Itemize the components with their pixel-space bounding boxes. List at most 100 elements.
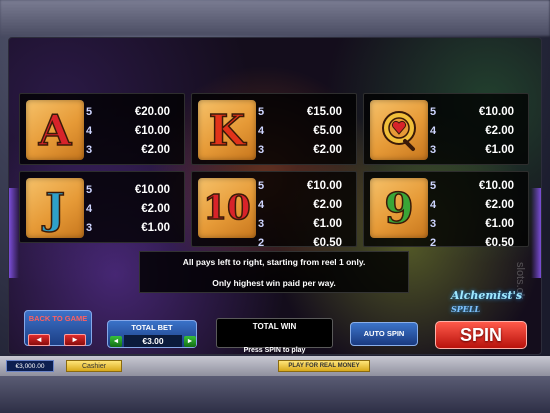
bet-increase-button[interactable]: ►	[184, 336, 196, 347]
spin-button[interactable]: SPIN	[435, 321, 527, 349]
symbol-tile-j: J	[26, 178, 84, 238]
bet-decrease-button[interactable]: ◄	[110, 336, 122, 347]
pay-count: 4	[258, 198, 265, 211]
pay-row: 5 €10.00	[430, 176, 526, 195]
paytable-panel-j: J 5 €10.00 4 €2.00 3 €1.00	[19, 171, 185, 243]
pay-count: 2	[258, 236, 265, 249]
play-for-real-money-button[interactable]: PLAY FOR REAL MONEY	[278, 360, 370, 372]
total-bet-value: €3.00	[124, 335, 182, 347]
pay-row: 3 €1.00	[258, 214, 354, 233]
pay-value: €2.00	[141, 202, 170, 215]
pay-value: €1.00	[313, 217, 342, 230]
pay-value: €10.00	[134, 183, 170, 196]
pay-value: €1.00	[485, 217, 514, 230]
pay-value: €2.00	[141, 143, 170, 156]
total-bet-control: TOTAL BET ◄ €3.00 ►	[107, 320, 197, 348]
pay-value: €10.00	[478, 105, 514, 118]
pay-count: 2	[430, 236, 437, 249]
pay-count: 5	[258, 105, 265, 118]
pay-count: 4	[430, 124, 437, 137]
top-strip	[0, 0, 550, 36]
pay-row: 3 €2.00	[258, 140, 354, 159]
pay-row: 3 €1.00	[430, 140, 526, 159]
pay-count: 4	[86, 124, 93, 137]
letter-a-icon: A	[38, 105, 72, 156]
logo-em: SPELL	[451, 304, 481, 314]
symbol-tile-a: A	[26, 100, 84, 160]
pay-row: 3 €2.00	[86, 140, 182, 159]
pay-count: 4	[86, 202, 93, 215]
pay-value: €0.50	[313, 236, 342, 249]
letter-q-heart-icon	[370, 100, 428, 160]
pay-value: €2.00	[485, 124, 514, 137]
pay-row: 5 €20.00	[86, 102, 182, 121]
pay-count: 3	[86, 221, 93, 234]
pay-count: 3	[258, 217, 265, 230]
game-logo: Alchemist's SPELL	[451, 289, 537, 317]
pay-value: €20.00	[134, 105, 170, 118]
pay-row: 5 €10.00	[86, 180, 182, 199]
paytable-panel-q: 5 €10.00 4 €2.00 3 €1.00	[363, 93, 529, 165]
pay-value: €1.00	[141, 221, 170, 234]
pay-count: 5	[86, 183, 93, 196]
pay-count: 4	[258, 124, 265, 137]
total-win-label: TOTAL WIN	[252, 322, 297, 331]
next-page-button[interactable]: ►	[64, 334, 86, 346]
pay-value: €0.50	[485, 236, 514, 249]
symbol-tile-q	[370, 100, 428, 160]
pay-row: 4 €2.00	[430, 121, 526, 140]
paytable-panel-k: K 5 €15.00 4 €5.00 3 €2.00	[191, 93, 357, 165]
pay-value: €10.00	[134, 124, 170, 137]
pay-row: 5 €10.00	[258, 176, 354, 195]
pay-row: 4 €10.00	[86, 121, 182, 140]
pay-row: 2 €0.50	[258, 233, 354, 252]
paytable-panel-10: 10 5 €10.00 4 €2.00 3 €1.00 2 €0.50	[191, 171, 357, 249]
pay-count: 5	[430, 105, 437, 118]
pay-count: 3	[430, 143, 437, 156]
paytable-panel-a: A 5 €20.00 4 €10.00 3 €2.00	[19, 93, 185, 165]
pay-row: 5 €10.00	[430, 102, 526, 121]
total-win-display: TOTAL WIN	[216, 318, 333, 348]
pay-value: €10.00	[306, 179, 342, 192]
pay-row: 3 €1.00	[430, 214, 526, 233]
pay-count: 3	[258, 143, 265, 156]
cashier-button[interactable]: Cashier	[66, 360, 122, 372]
pay-value: €2.00	[313, 198, 342, 211]
right-glow	[531, 188, 541, 278]
bottom-background	[0, 376, 550, 413]
pay-row: 3 €1.00	[86, 218, 182, 237]
q-heart-icon	[382, 111, 416, 151]
symbol-tile-9: 9	[370, 178, 428, 238]
letter-k-icon: K	[208, 105, 246, 156]
pay-count: 5	[430, 179, 437, 192]
press-spin-hint: Press SPIN to play	[243, 347, 306, 354]
pay-count: 3	[430, 217, 437, 230]
pay-count: 5	[86, 105, 93, 118]
pay-value: €10.00	[478, 179, 514, 192]
pay-row: 4 €2.00	[86, 199, 182, 218]
pay-value: €2.00	[485, 198, 514, 211]
letter-j-icon: J	[44, 183, 65, 234]
pay-row: 4 €5.00	[258, 121, 354, 140]
number-10-icon: 10	[203, 187, 252, 229]
pay-count: 5	[258, 179, 265, 192]
prev-page-button[interactable]: ◄	[28, 334, 50, 346]
balance-display: €3,000.00	[6, 360, 54, 372]
back-to-game-label: BACK TO GAME	[28, 314, 88, 323]
paytable-panel-9: 9 5 €10.00 4 €2.00 3 €1.00 2 €0.50	[363, 171, 529, 249]
pay-value: €2.00	[313, 143, 342, 156]
symbol-tile-k: K	[198, 100, 256, 160]
pay-count: 4	[430, 198, 437, 211]
pay-value: €1.00	[485, 143, 514, 156]
pay-count: 3	[86, 143, 93, 156]
pay-row: 2 €0.50	[430, 233, 526, 252]
rules-info-box: All pays left to right, starting from re…	[139, 251, 409, 293]
left-glow	[9, 188, 19, 278]
number-9-icon: 9	[384, 183, 415, 234]
rules-line-2: Only highest win paid per way.	[212, 278, 336, 288]
pay-row: 5 €15.00	[258, 102, 354, 121]
pay-value: €5.00	[313, 124, 342, 137]
auto-spin-button[interactable]: AUTO SPIN	[350, 322, 418, 346]
total-bet-label: TOTAL BET	[131, 323, 173, 332]
symbol-tile-10: 10	[198, 178, 256, 238]
